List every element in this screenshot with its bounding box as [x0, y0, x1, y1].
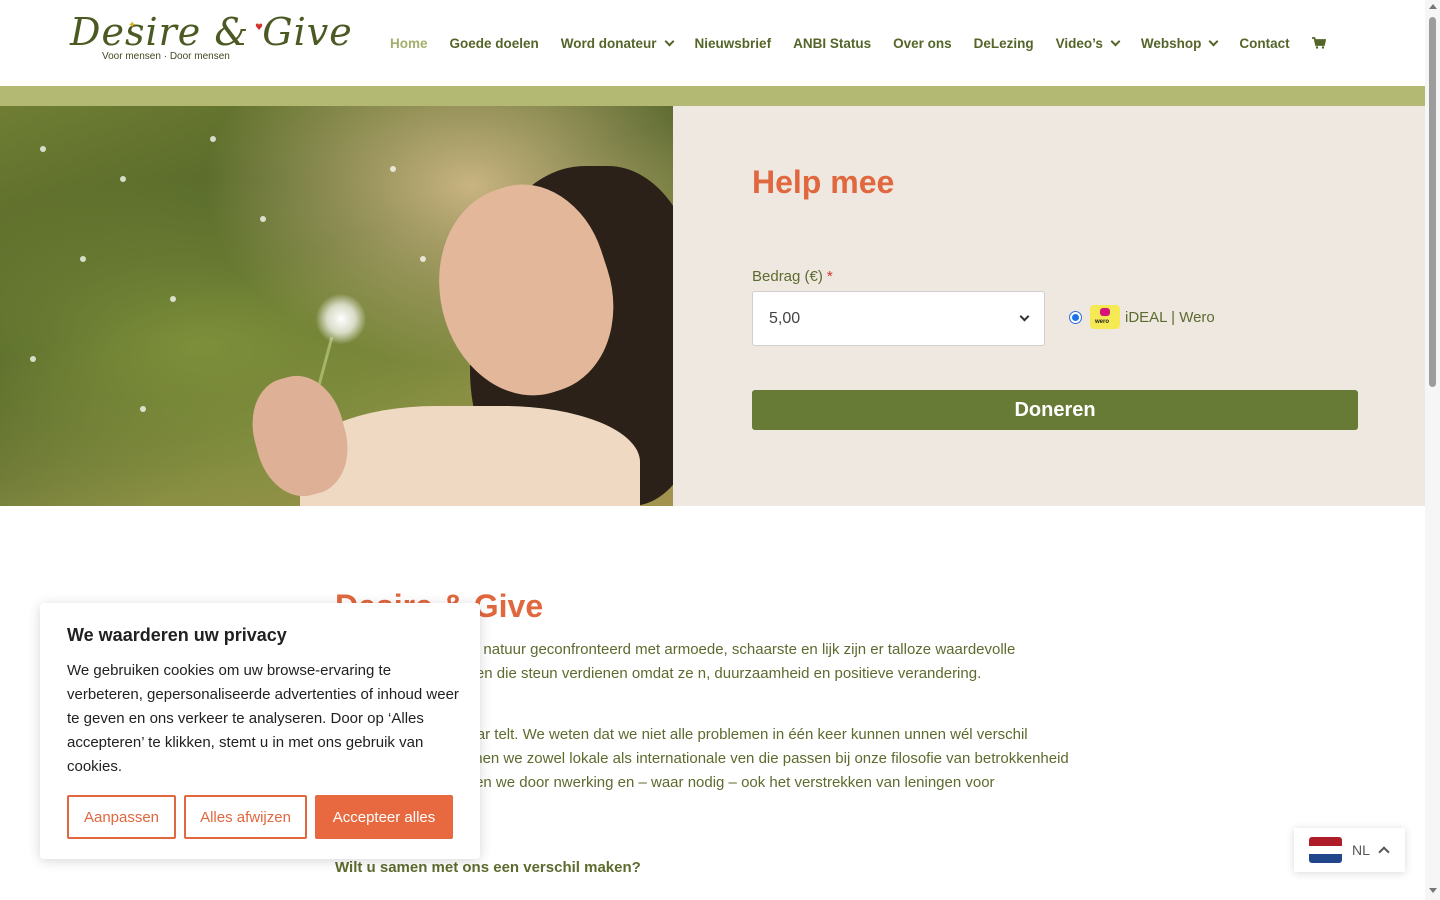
- logo-tagline: Voor mensen · Door mensen: [102, 51, 230, 62]
- scrollbar-thumb[interactable]: [1429, 17, 1436, 387]
- required-mark: *: [826, 268, 833, 285]
- nav-label: Home: [390, 35, 428, 51]
- seed-dot: [390, 166, 396, 172]
- cookie-accept-button[interactable]: Accepteer alles: [315, 795, 453, 839]
- cookie-text: We gebruiken cookies om uw browse-ervari…: [67, 662, 459, 775]
- language-code: NL: [1352, 842, 1370, 858]
- logo-star-icon: ✦: [128, 20, 137, 31]
- nav-label: Webshop: [1140, 35, 1202, 51]
- accent-band: [0, 86, 1425, 106]
- call-to-action-text: Wilt u samen met ons een verschil maken?: [335, 859, 641, 876]
- cookie-banner: We waarderen uw privacy We gebruiken coo…: [40, 603, 480, 859]
- language-switcher[interactable]: NL: [1294, 828, 1405, 872]
- nav-label: Nieuwsbrief: [694, 35, 772, 51]
- site-header: Desire & Give ✦ ♥ Voor mensen · Door men…: [0, 0, 1425, 86]
- scroll-up-arrow-icon[interactable]: [1429, 4, 1437, 9]
- wero-icon-text: wero: [1095, 319, 1110, 325]
- seed-dot: [260, 216, 266, 222]
- nav-label: Goede doelen: [449, 35, 539, 51]
- nav-item-webshop[interactable]: Webshop: [1140, 35, 1219, 51]
- hero-shirt-shape: [300, 406, 640, 506]
- seed-dot: [210, 136, 216, 142]
- chevron-down-icon: [1019, 311, 1030, 322]
- nav-item-home[interactable]: Home: [390, 36, 428, 51]
- flag-stripe-white: [1309, 845, 1342, 855]
- nav-item-videos[interactable]: Video’s: [1055, 35, 1121, 51]
- nav-label: Video’s: [1055, 35, 1103, 51]
- nav-item-nieuwsbrief[interactable]: Nieuwsbrief: [695, 36, 772, 51]
- nav-label: ANBI Status: [793, 35, 872, 51]
- wero-icon: wero: [1090, 305, 1120, 329]
- seed-dot: [120, 176, 126, 182]
- cart-button[interactable]: [1311, 37, 1326, 49]
- seed-dot: [80, 256, 86, 262]
- payment-option-ideal-wero[interactable]: wero iDEAL | Wero: [1069, 305, 1215, 329]
- main-nav: Home Goede doelen Word donateur Nieuwsbr…: [390, 33, 1348, 53]
- payment-method-label: iDEAL | Wero: [1125, 308, 1215, 326]
- flag-stripe-red: [1309, 837, 1342, 846]
- seed-dot: [40, 146, 46, 152]
- seed-dot: [170, 296, 176, 302]
- chevron-down-icon: [1110, 36, 1121, 46]
- nl-flag-icon: [1309, 837, 1342, 863]
- logo-script-text: Desire & Give: [70, 10, 353, 54]
- chevron-down-icon: [664, 36, 674, 46]
- nav-label: Contact: [1239, 35, 1290, 51]
- amount-label: Bedrag (€) *: [752, 268, 833, 285]
- nav-item-goede-doelen[interactable]: Goede doelen: [450, 36, 539, 51]
- wero-icon-mark: [1100, 308, 1110, 316]
- nav-label: Over ons: [893, 35, 952, 51]
- hero-image: [0, 106, 673, 506]
- amount-select-value: 5,00: [769, 309, 801, 327]
- donate-button[interactable]: Doneren: [752, 390, 1358, 430]
- payment-radio[interactable]: [1069, 310, 1082, 324]
- nav-item-anbi-status[interactable]: ANBI Status: [793, 36, 871, 51]
- cookie-customize-button[interactable]: Aanpassen: [67, 795, 176, 839]
- seed-dot: [140, 406, 146, 412]
- nav-item-contact[interactable]: Contact: [1239, 36, 1289, 51]
- nav-label: DeLezing: [973, 35, 1034, 51]
- nav-item-over-ons[interactable]: Over ons: [893, 36, 952, 51]
- page-scrollbar[interactable]: [1425, 0, 1440, 900]
- logo-heart-icon: ♥: [255, 23, 264, 33]
- donate-title: Help mee: [752, 164, 895, 200]
- dandelion-icon: [316, 294, 366, 344]
- donate-panel: Help mee Bedrag (€) * 5,00 wero iDEAL | W…: [673, 106, 1425, 506]
- amount-select[interactable]: 5,00: [752, 291, 1045, 346]
- cookie-reject-button[interactable]: Alles afwijzen: [184, 795, 307, 839]
- amount-label-text: Bedrag (€): [752, 268, 823, 285]
- seed-dot: [420, 256, 426, 262]
- nav-item-word-donateur[interactable]: Word donateur: [560, 35, 674, 51]
- scroll-down-arrow-icon[interactable]: [1429, 888, 1437, 893]
- chevron-up-icon: [1378, 846, 1390, 858]
- cookie-title: We waarderen uw privacy: [67, 625, 287, 645]
- site-logo[interactable]: Desire & Give ✦ ♥ Voor mensen · Door men…: [70, 10, 352, 74]
- chevron-down-icon: [1208, 36, 1219, 46]
- seed-dot: [30, 356, 36, 362]
- flag-stripe-blue: [1309, 854, 1342, 863]
- nav-label: Word donateur: [560, 35, 657, 51]
- nav-item-delezing[interactable]: DeLezing: [974, 36, 1034, 51]
- cart-icon: [1311, 37, 1326, 49]
